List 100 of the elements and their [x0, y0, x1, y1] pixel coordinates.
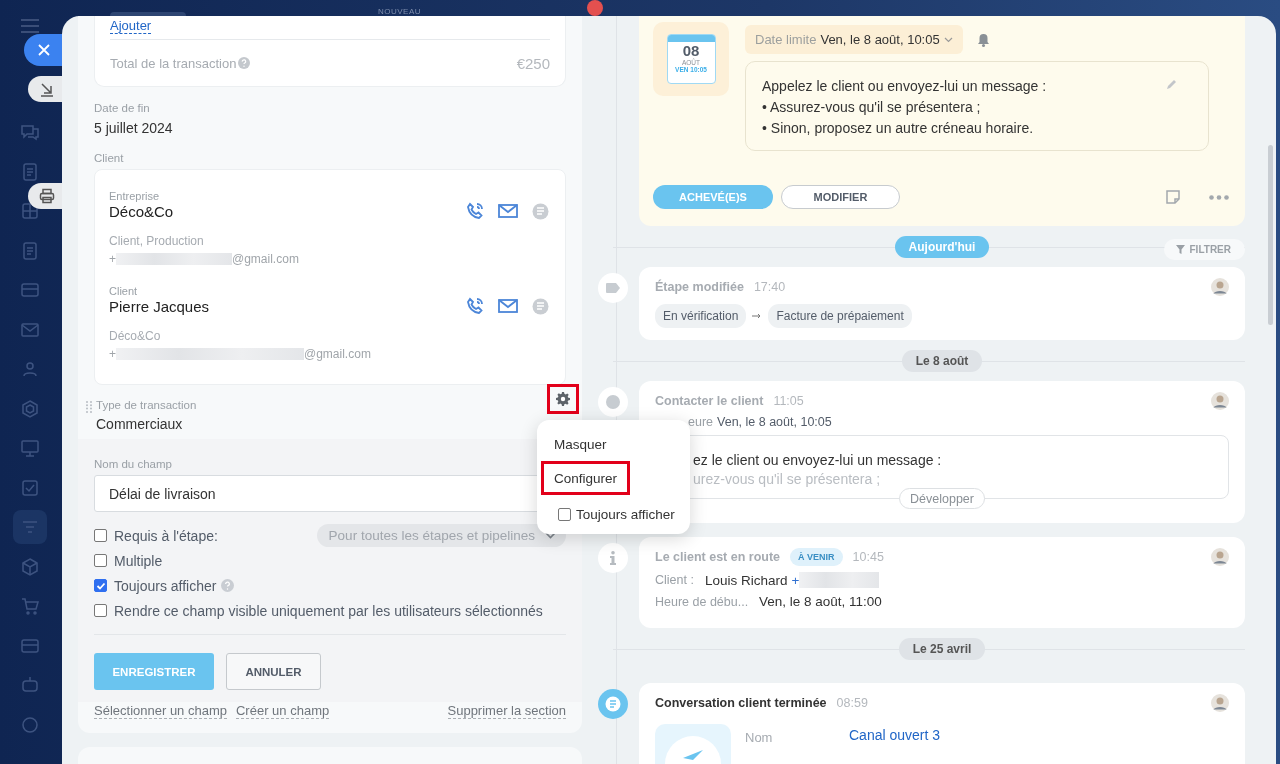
info-icon — [610, 551, 616, 565]
event-time: 17:40 — [753, 280, 786, 294]
avatar-icon[interactable] — [1211, 392, 1229, 410]
collapse-button[interactable] — [28, 76, 62, 102]
mail-icon[interactable] — [498, 299, 518, 313]
menu-item[interactable]: Configurer — [541, 461, 631, 495]
option-label: Rendre ce champ visible uniquement par les utilisateurs sélectionnés — [114, 602, 543, 619]
contact-subtitle: Déco&Co — [109, 329, 162, 343]
event-time: 08:59 — [836, 696, 868, 710]
today-badge: Aujourd'hui — [894, 235, 990, 258]
calendar-day: 08 — [682, 42, 700, 59]
chat-icon[interactable] — [532, 297, 549, 315]
chat-icon[interactable] — [532, 202, 549, 220]
checkbox[interactable] — [94, 554, 107, 567]
deadline-value: Ven, le 8 août, 10:05 — [717, 415, 832, 429]
phone-icon[interactable] — [466, 297, 484, 315]
cart-icon[interactable] — [20, 596, 40, 616]
row-label: Nom — [745, 730, 774, 745]
action-link[interactable]: Sélectionner un champ — [94, 703, 227, 719]
checkbox[interactable] — [94, 529, 107, 542]
drag-handle-icon[interactable] — [86, 401, 92, 413]
settings-button[interactable] — [547, 384, 579, 414]
event-title: Le client est en route — [655, 550, 781, 564]
status-label: NOUVEAU — [378, 7, 422, 16]
pencil-icon[interactable] — [1166, 78, 1178, 90]
message-line: urez-vous qu'il se présentera ; — [693, 471, 882, 487]
hexagon-icon[interactable] — [20, 398, 40, 419]
message-line: • Assurez-vous qu'il se présentera ; — [762, 99, 982, 115]
row-value: Louis Richard — [705, 572, 788, 588]
help-icon[interactable] — [221, 579, 235, 592]
robot-icon[interactable] — [20, 675, 40, 695]
stage-chip: Facture de prépaiement — [768, 304, 912, 328]
scrollbar[interactable] — [1268, 145, 1273, 325]
card-icon[interactable] — [20, 280, 40, 300]
phone-prefix: + — [109, 252, 116, 266]
menu-item[interactable]: Toujours afficher — [576, 506, 675, 522]
option-label: Multiple — [114, 552, 163, 569]
field-value: Commerciaux — [96, 416, 184, 432]
option-label: Requis à l'étape: — [114, 527, 218, 544]
phone-icon[interactable] — [466, 202, 484, 220]
close-icon — [38, 44, 50, 56]
phone-link[interactable]: + — [791, 572, 800, 588]
expand-button[interactable]: Développer — [899, 488, 985, 509]
field-value: 5 juillet 2024 — [94, 120, 174, 136]
event-title: Étape modifiée — [655, 280, 744, 294]
contact-subtitle: Client, Production — [109, 234, 205, 248]
email-text: @gmail.com — [232, 252, 299, 266]
action-link[interactable]: Créer un champ — [236, 703, 330, 719]
channel-link[interactable]: Canal ouvert 3 — [849, 727, 941, 743]
total-value: €250 — [516, 54, 550, 72]
grid-icon[interactable] — [20, 201, 40, 221]
event-title: Conversation client terminée — [655, 696, 827, 710]
avatar-icon[interactable] — [1211, 278, 1229, 296]
funnel-icon — [1175, 245, 1185, 254]
checkbox[interactable] — [94, 604, 107, 617]
document-icon[interactable] — [20, 240, 40, 261]
arrow-icon — [752, 313, 763, 319]
printer-icon — [39, 188, 55, 204]
phone-prefix: + — [109, 347, 116, 361]
bell-icon[interactable] — [976, 32, 990, 47]
cancel-button[interactable]: ANNULER — [226, 653, 321, 690]
chat-icon[interactable] — [20, 122, 40, 142]
menu-icon[interactable] — [21, 19, 39, 33]
message-line: • Sinon, proposez un autre créneau horaire. — [762, 120, 1035, 136]
total-label: Total de la transaction — [110, 55, 237, 71]
edit-button[interactable]: MODIFIER — [781, 185, 900, 209]
close-button[interactable] — [24, 34, 62, 66]
date-badge: Le 25 avril — [898, 637, 986, 660]
note-icon[interactable] — [1165, 189, 1181, 205]
help-icon[interactable] — [238, 57, 251, 69]
checkbox-icon[interactable] — [20, 477, 40, 498]
menu-item[interactable]: Masquer — [541, 428, 620, 462]
circle-icon[interactable] — [20, 714, 40, 735]
cube-icon[interactable] — [20, 556, 40, 577]
notification-dot — [587, 0, 603, 16]
more-icon[interactable] — [1209, 194, 1229, 200]
checkbox[interactable] — [558, 507, 571, 521]
field-label: Date de fin — [94, 102, 151, 114]
avatar-icon[interactable] — [1211, 548, 1229, 566]
circle-icon — [606, 395, 620, 409]
checkbox[interactable] — [94, 579, 107, 592]
event-time: 11:05 — [773, 394, 804, 408]
board-icon[interactable] — [20, 438, 40, 458]
arrow-icon — [39, 81, 55, 97]
message-line: Appelez le client ou envoyez-lui un message : — [762, 78, 1047, 94]
stage-chip: En vérification — [655, 304, 747, 328]
deadline-selector[interactable]: Date limite Ven, le 8 août, 10:05 — [745, 25, 963, 54]
mail-icon[interactable] — [498, 204, 518, 218]
contact-type: Entreprise — [109, 190, 161, 202]
field-label: Client — [94, 152, 125, 164]
message-line: ez le client ou envoyez-lui un message : — [693, 452, 943, 468]
action-link[interactable]: Supprimer la section — [447, 703, 566, 719]
settings-icon — [556, 392, 570, 406]
send-icon — [665, 734, 721, 764]
add-link[interactable]: Ajouter — [110, 18, 152, 34]
event-title: Contacter le client — [655, 394, 764, 408]
avatar-icon[interactable] — [1211, 694, 1229, 712]
date-badge: Le 8 août — [901, 349, 983, 372]
header-tab[interactable] — [110, 12, 186, 16]
print-button[interactable] — [28, 183, 62, 209]
